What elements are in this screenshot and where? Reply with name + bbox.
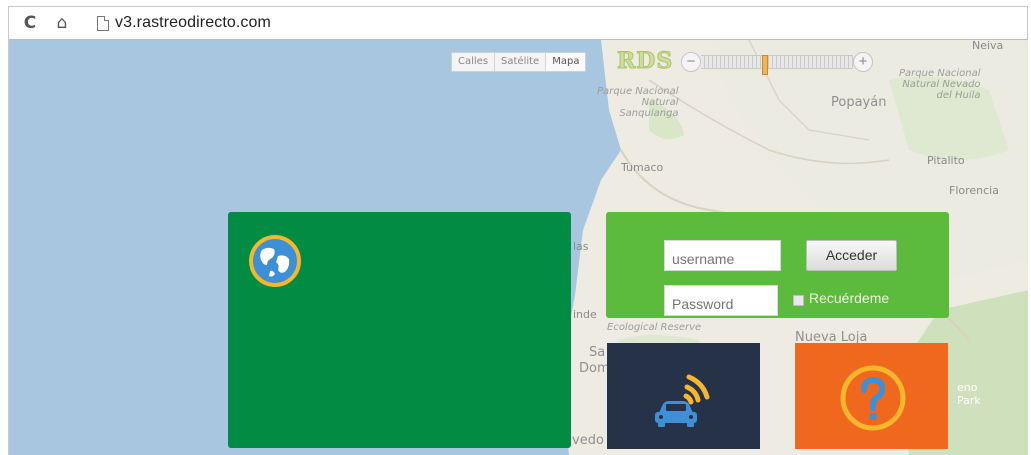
map-label-huila-park: Parque Nacional Natural Nevado del Huila xyxy=(899,68,981,101)
map-type-calles-button[interactable]: Calles xyxy=(452,53,496,71)
map-label-park-fragment: Park xyxy=(957,394,981,407)
zoom-handle[interactable] xyxy=(762,55,769,75)
tracking-tile[interactable] xyxy=(607,343,760,449)
url-text[interactable]: v3.rastreodirecto.com xyxy=(115,14,271,32)
welcome-panel xyxy=(228,212,571,448)
brand-logo: RDS xyxy=(616,48,674,75)
zoom-slider[interactable]: − + xyxy=(681,52,873,75)
username-field[interactable] xyxy=(664,240,781,271)
home-icon[interactable]: ⌂ xyxy=(51,11,73,35)
zoom-out-button[interactable]: − xyxy=(681,52,701,72)
help-tile[interactable] xyxy=(795,343,948,449)
login-button[interactable]: Acceder xyxy=(806,240,897,271)
map-label-inde-fragment: inde xyxy=(573,308,597,321)
question-mark-icon xyxy=(840,365,906,431)
map-label-ecological-reserve: Ecological Reserve xyxy=(607,322,702,333)
map-label-vedo-fragment: vedo xyxy=(572,433,604,448)
globe-icon xyxy=(249,235,301,287)
car-signal-icon xyxy=(655,374,710,427)
reload-icon[interactable]: C xyxy=(19,11,41,35)
map-type-mapa-button[interactable]: Mapa xyxy=(546,53,586,71)
map-label-dom-fragment: Dom xyxy=(579,361,610,376)
map-label-pitalito: Pitalito xyxy=(927,154,965,167)
map-label-neiva: Neiva xyxy=(972,40,1004,52)
zoom-in-button[interactable]: + xyxy=(853,52,873,72)
map-type-satellite-button[interactable]: Satélite xyxy=(495,53,547,71)
page-icon xyxy=(97,16,109,31)
map-label-florencia: Florencia xyxy=(949,184,999,197)
password-field[interactable] xyxy=(664,285,778,316)
zoom-track[interactable] xyxy=(701,55,853,69)
map-label-sanquianga-park: Parque Nacional Natural Sanquianga xyxy=(597,86,679,119)
login-panel: Acceder Recuérdeme xyxy=(606,212,949,318)
map-label-eno-fragment: eno xyxy=(957,381,978,394)
map-label-las-fragment: las xyxy=(573,240,589,253)
map-label-sa-fragment: Sa xyxy=(589,345,606,360)
remember-me-label[interactable]: Recuérdeme xyxy=(809,290,889,306)
browser-address-bar[interactable]: C ⌂ v3.rastreodirecto.com xyxy=(8,6,1028,40)
app-window: C ⌂ v3.rastreodirecto.com Neiva Parque N… xyxy=(0,0,1031,455)
remember-me-checkbox[interactable] xyxy=(793,295,804,306)
map-label-popayan: Popayán xyxy=(831,95,887,110)
map-label-tumaco: Tumaco xyxy=(621,161,664,174)
map-type-selector: Calles Satélite Mapa xyxy=(451,52,587,72)
